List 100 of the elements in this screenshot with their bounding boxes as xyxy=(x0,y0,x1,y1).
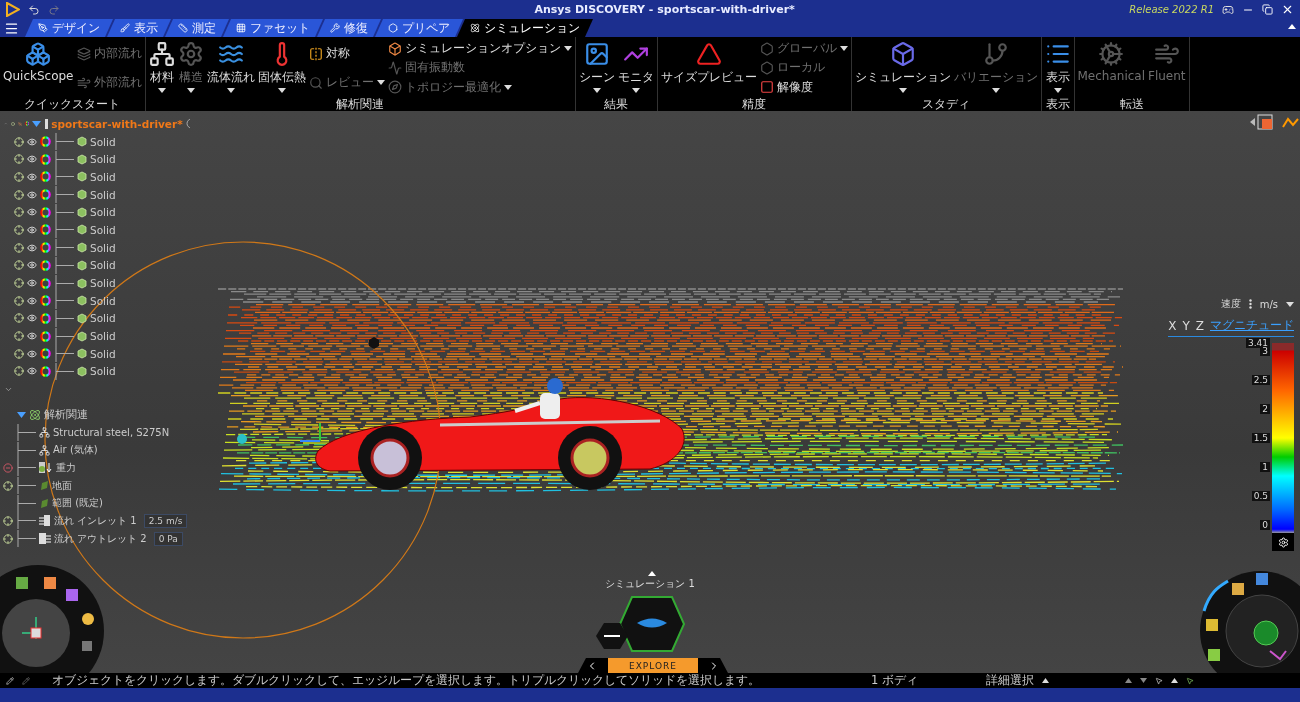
caret-up-icon[interactable] xyxy=(1042,678,1049,683)
eye-icon[interactable] xyxy=(27,171,37,182)
target-icon[interactable] xyxy=(14,313,24,324)
ribbon-tab[interactable]: シミュレーション xyxy=(457,19,593,37)
target-icon[interactable] xyxy=(3,515,13,526)
target-icon[interactable] xyxy=(14,278,24,289)
ribbon-button[interactable]: サイズプレビュー xyxy=(659,39,758,88)
pointer-icon[interactable] xyxy=(1186,676,1194,685)
tree-item-label[interactable]: Solid xyxy=(90,206,116,219)
ribbon-tab[interactable]: 修復 xyxy=(317,19,381,37)
tree-item-label[interactable]: Solid xyxy=(90,259,116,272)
eye-icon[interactable] xyxy=(27,313,37,324)
eye-icon[interactable] xyxy=(27,366,37,377)
eye-icon[interactable] xyxy=(27,260,37,271)
target-icon[interactable] xyxy=(14,189,24,200)
color-wheel-icon[interactable] xyxy=(40,312,51,324)
tree-item-label[interactable]: Solid xyxy=(90,223,116,236)
target-icon[interactable] xyxy=(14,224,24,235)
ribbon-tab[interactable]: ファセット xyxy=(223,19,323,37)
tree-item-label[interactable]: Solid xyxy=(90,153,116,166)
component-tab[interactable]: X xyxy=(1168,317,1177,334)
tree-item-label[interactable]: Solid xyxy=(90,312,116,325)
tree-item-label[interactable]: Solid xyxy=(90,347,116,360)
mode-button[interactable]: EXPLORE xyxy=(608,658,698,673)
value-field[interactable]: 2.5 m/s xyxy=(143,513,188,528)
color-wheel-icon[interactable] xyxy=(40,136,51,148)
target-icon[interactable] xyxy=(14,331,24,342)
caret-down-icon[interactable] xyxy=(1140,678,1147,683)
component-tab[interactable]: Y xyxy=(1182,317,1190,334)
color-wheel-icon[interactable] xyxy=(40,189,51,201)
color-wheel-icon[interactable] xyxy=(40,242,51,254)
target-icon[interactable] xyxy=(14,171,24,182)
undo-icon[interactable] xyxy=(28,3,40,16)
color-wheel-icon[interactable] xyxy=(40,277,51,289)
collapse-left-icon[interactable] xyxy=(1250,118,1255,126)
color-wheel-icon[interactable] xyxy=(40,365,51,377)
eye-icon[interactable] xyxy=(27,348,37,359)
target-icon[interactable] xyxy=(14,348,24,359)
unit-dropdown[interactable]: m/s xyxy=(1259,298,1278,310)
more-options-icon[interactable] xyxy=(1248,299,1252,309)
ribbon-button[interactable]: QuickScope xyxy=(2,39,75,85)
tree-item-label[interactable]: Air (気体) xyxy=(53,443,98,458)
eye-icon[interactable] xyxy=(27,189,37,200)
expand-toggle[interactable] xyxy=(31,118,41,129)
color-wheel-icon[interactable] xyxy=(40,153,51,165)
tree-item-label[interactable]: 重力 xyxy=(56,460,76,475)
minus-hexagon-button[interactable] xyxy=(596,623,628,649)
component-tab[interactable]: Z xyxy=(1195,317,1204,334)
eye-icon[interactable] xyxy=(27,331,37,342)
ribbon-button[interactable]: 材料 xyxy=(147,39,176,95)
collapse-ribbon-icon[interactable] xyxy=(1288,24,1296,29)
target-icon[interactable] xyxy=(3,533,13,544)
target-icon[interactable] xyxy=(14,260,24,271)
tree-item-label[interactable]: Structural steel, S275N xyxy=(53,427,170,439)
ribbon-button[interactable]: モニタ xyxy=(616,39,655,95)
ribbon-button[interactable]: シミュレーションオプション xyxy=(386,40,573,58)
ribbon-tab[interactable]: 表示 xyxy=(107,19,171,37)
target-icon[interactable] xyxy=(14,207,24,218)
scene-add-icon[interactable] xyxy=(1257,114,1273,130)
component-tab[interactable]: マグニチュード xyxy=(1210,317,1294,334)
tree-item-label[interactable]: Solid xyxy=(90,365,116,378)
color-wheel-icon[interactable] xyxy=(40,330,51,342)
restore-icon[interactable] xyxy=(1262,4,1273,15)
controller-icon[interactable] xyxy=(1222,3,1234,16)
eye-icon[interactable] xyxy=(27,295,37,306)
selection-mode[interactable]: 詳細選択 xyxy=(986,673,1034,688)
tree-item-label[interactable]: Solid xyxy=(90,135,116,148)
value-field[interactable]: 0 Pa xyxy=(153,531,183,546)
color-wheel-icon[interactable] xyxy=(40,259,51,271)
tree-item-label[interactable]: Solid xyxy=(90,277,116,290)
target-icon[interactable] xyxy=(14,366,24,377)
color-wheel-icon[interactable] xyxy=(40,206,51,218)
eye-icon[interactable] xyxy=(27,278,37,289)
ribbon-tab[interactable]: プリペア xyxy=(375,19,463,37)
ribbon-button[interactable]: 流体流れ xyxy=(205,39,256,95)
target-icon[interactable] xyxy=(14,154,24,165)
tree-item-label[interactable]: 地面 xyxy=(52,478,72,493)
ribbon-button[interactable]: シミュレーション xyxy=(853,39,952,95)
tree-item-label[interactable]: Solid xyxy=(90,170,116,183)
expand-toggle[interactable] xyxy=(16,409,26,420)
component-icon[interactable] xyxy=(185,118,190,130)
menu-icon[interactable] xyxy=(4,21,19,36)
ribbon-tab[interactable]: デザイン xyxy=(25,19,113,37)
eye-icon[interactable] xyxy=(27,154,37,165)
pointer-icon[interactable] xyxy=(1155,676,1163,685)
ribbon-button[interactable]: 固体伝熱 xyxy=(256,39,307,95)
target-icon[interactable] xyxy=(3,480,13,491)
expand-up-icon[interactable] xyxy=(648,571,656,576)
ribbon-button[interactable]: 対称 xyxy=(307,45,386,62)
settings-button[interactable] xyxy=(1272,533,1294,551)
color-wheel-icon[interactable] xyxy=(40,295,51,307)
color-wheel-icon[interactable] xyxy=(40,224,51,236)
color-wheel-icon[interactable] xyxy=(40,171,51,183)
target-icon[interactable] xyxy=(14,295,24,306)
stage-hexagon-button[interactable] xyxy=(618,596,686,652)
ribbon-button[interactable]: シーン xyxy=(577,39,616,95)
tree-item-label[interactable]: Solid xyxy=(90,188,116,201)
eye-icon[interactable] xyxy=(27,224,37,235)
color-wheel-icon[interactable] xyxy=(40,348,51,360)
caret-up-icon[interactable] xyxy=(1171,678,1178,683)
